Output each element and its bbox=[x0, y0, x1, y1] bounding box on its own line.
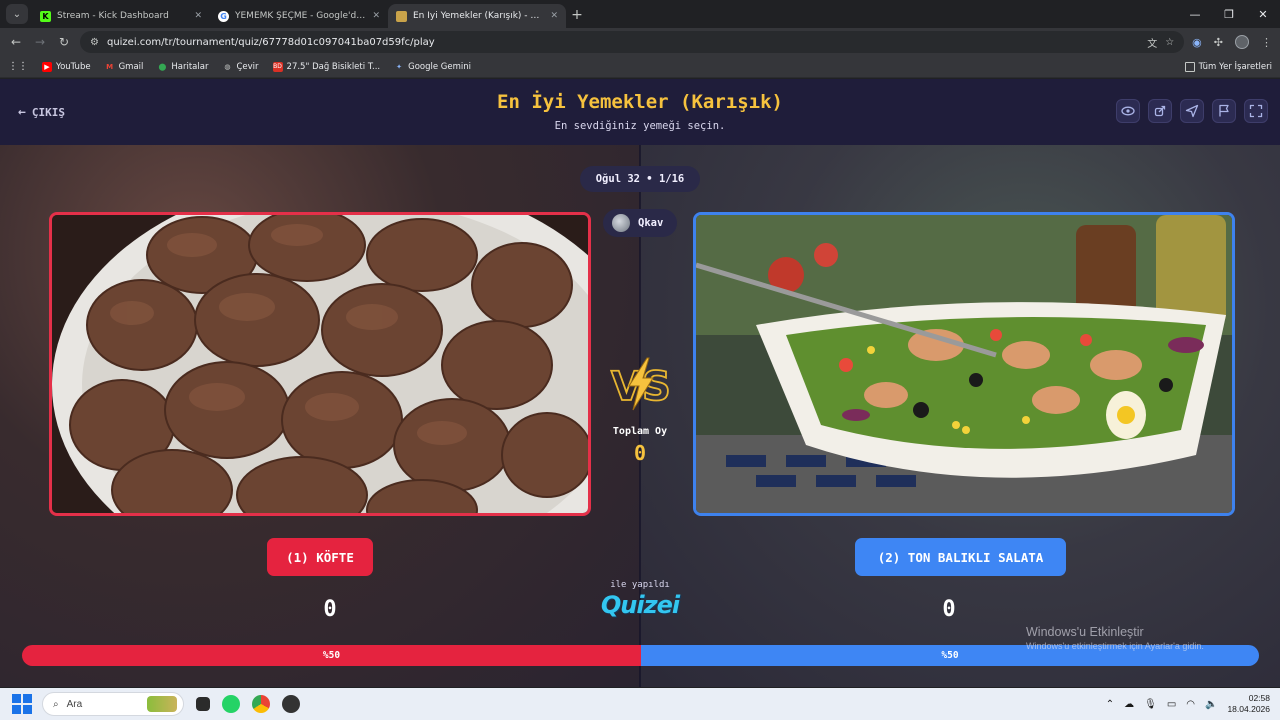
choose-tuna-salad-button[interactable]: (2) TON BALIKLI SALATA bbox=[855, 538, 1066, 576]
report-button[interactable] bbox=[1212, 99, 1236, 123]
bookmark-gmail[interactable]: M Gmail bbox=[105, 62, 143, 72]
system-tray: ⌃ ☁ 🎙 ▭ ◠ 🔈 02:58 18.04.2026 bbox=[1106, 693, 1270, 715]
username: Qkav bbox=[638, 217, 664, 229]
quiz-header: ← ÇIKIŞ En İyi Yemekler (Karışık) En sev… bbox=[0, 79, 1280, 145]
fullscreen-button[interactable] bbox=[1244, 99, 1268, 123]
browser-tab-bar: ⌄ K Stream - Kick Dashboard ✕ G YEMEMK Ş… bbox=[0, 0, 1280, 28]
option-card-right[interactable] bbox=[693, 212, 1235, 516]
translate-icon: ◍ bbox=[224, 62, 231, 71]
search-highlight-icon bbox=[147, 696, 177, 712]
eye-button[interactable] bbox=[1116, 99, 1140, 123]
url-text: quizei.com/tr/tournament/quiz/67778d01c0… bbox=[106, 36, 435, 48]
translate-page-icon[interactable]: 文 bbox=[1147, 35, 1157, 50]
obs-icon[interactable] bbox=[282, 695, 300, 713]
site-info-icon[interactable]: ⚙ bbox=[90, 37, 99, 48]
bookmark-youtube[interactable]: ▶ YouTube bbox=[42, 61, 91, 72]
bd-icon: BD bbox=[272, 61, 283, 72]
bookmarks-bar: ⋮⋮ ▶ YouTube M Gmail ⬤ Haritalar ◍ Çevir… bbox=[0, 56, 1280, 78]
apps-grid-icon[interactable]: ⋮⋮ bbox=[8, 61, 28, 72]
tab-kick-dashboard[interactable]: K Stream - Kick Dashboard ✕ bbox=[32, 4, 210, 28]
youtube-icon: ▶ bbox=[42, 61, 52, 72]
quizei-favicon-icon bbox=[396, 10, 407, 22]
tab-title: Stream - Kick Dashboard bbox=[57, 11, 169, 21]
quiz-page: ← ÇIKIŞ En İyi Yemekler (Karışık) En sev… bbox=[0, 79, 1280, 687]
left-percent-bar: %50 bbox=[22, 645, 641, 666]
close-window-icon[interactable]: ✕ bbox=[1246, 8, 1280, 21]
page-title: En İyi Yemekler (Karışık) bbox=[497, 91, 783, 113]
fullscreen-icon bbox=[1249, 104, 1263, 118]
maps-icon: ⬤ bbox=[158, 62, 167, 71]
close-tab-icon[interactable]: ✕ bbox=[372, 11, 380, 21]
tab-title: En İyi Yemekler (Karışık) - Tier L bbox=[413, 11, 545, 21]
round-indicator: Oğul 32 • 1/16 bbox=[580, 166, 700, 192]
volume-icon[interactable]: 🔈 bbox=[1205, 699, 1217, 710]
back-icon[interactable]: ← bbox=[8, 35, 24, 49]
bookmark-star-icon[interactable]: ☆ bbox=[1165, 37, 1174, 48]
tab-quizei-active[interactable]: En İyi Yemekler (Karışık) - Tier L ✕ bbox=[388, 4, 566, 28]
left-vote-count: 0 bbox=[323, 597, 337, 622]
window-controls: — ❐ ✕ bbox=[1178, 0, 1280, 28]
right-vote-count: 0 bbox=[942, 597, 956, 622]
choose-kofte-button[interactable]: (1) KÖFTE bbox=[267, 538, 373, 576]
browser-toolbar: ← → ↻ ⚙ quizei.com/tr/tournament/quiz/67… bbox=[0, 28, 1280, 56]
share-button[interactable] bbox=[1148, 99, 1172, 123]
whatsapp-icon[interactable] bbox=[222, 695, 240, 713]
option-card-left[interactable] bbox=[49, 212, 591, 516]
google-icon: G bbox=[218, 10, 229, 22]
wifi-icon[interactable]: ◠ bbox=[1186, 699, 1195, 710]
chrome-icon[interactable] bbox=[252, 695, 270, 713]
profile-avatar[interactable] bbox=[1235, 35, 1249, 49]
clock[interactable]: 02:58 18.04.2026 bbox=[1227, 693, 1270, 715]
tab-google-search[interactable]: G YEMEMK ŞEÇME - Google'da Ar ✕ bbox=[210, 4, 388, 28]
bookmark-translate[interactable]: ◍ Çevir bbox=[222, 62, 258, 72]
kofte-image bbox=[52, 215, 588, 513]
close-tab-icon[interactable]: ✕ bbox=[550, 11, 558, 21]
send-icon bbox=[1185, 104, 1199, 118]
quizei-logo[interactable]: Quizei bbox=[590, 591, 690, 619]
address-bar[interactable]: ⚙ quizei.com/tr/tournament/quiz/67778d01… bbox=[80, 31, 1185, 53]
search-icon: ⌕ bbox=[53, 698, 59, 710]
forward-icon[interactable]: → bbox=[32, 35, 48, 49]
gmail-icon: M bbox=[106, 62, 114, 71]
vs-lightning-icon: VS bbox=[610, 357, 672, 411]
taskbar-search[interactable]: ⌕ Ara bbox=[42, 692, 184, 716]
network-icon[interactable]: ☁ bbox=[1124, 699, 1134, 710]
total-votes-value: 0 bbox=[633, 441, 647, 465]
new-tab-button[interactable]: + bbox=[566, 4, 588, 26]
user-badge: Qkav bbox=[603, 209, 677, 237]
minimize-icon[interactable]: — bbox=[1178, 8, 1212, 21]
chevron-up-icon[interactable]: ⌃ bbox=[1106, 699, 1114, 710]
avatar bbox=[612, 214, 630, 232]
made-with-label: ile yapıldı bbox=[610, 580, 670, 590]
windows-start-icon[interactable] bbox=[12, 694, 32, 714]
close-tab-icon[interactable]: ✕ bbox=[194, 11, 202, 21]
file-explorer-icon[interactable] bbox=[196, 697, 210, 711]
tab-search-button[interactable]: ⌄ bbox=[6, 4, 28, 24]
windows-activation-watermark: Windows'u Etkinleştir Windows'u etkinleş… bbox=[1026, 625, 1204, 651]
total-votes-label: Toplam Oy bbox=[612, 426, 668, 437]
extensions-puzzle-icon[interactable]: ✣ bbox=[1214, 36, 1223, 49]
windows-taskbar: ⌕ Ara ⌃ ☁ 🎙 ▭ ◠ 🔈 02:58 18.04.2026 bbox=[0, 688, 1280, 720]
bookmark-maps[interactable]: ⬤ Haritalar bbox=[157, 62, 208, 72]
restore-icon[interactable]: ❐ bbox=[1212, 8, 1246, 21]
send-button[interactable] bbox=[1180, 99, 1204, 123]
tuna-salad-image bbox=[696, 215, 1232, 513]
kick-icon: K bbox=[40, 10, 51, 22]
display-icon[interactable]: ▭ bbox=[1167, 699, 1176, 710]
folder-icon bbox=[1184, 61, 1195, 72]
flag-icon bbox=[1219, 104, 1229, 117]
all-bookmarks[interactable]: Tüm Yer İşaretleri bbox=[1184, 61, 1272, 72]
extension-icon[interactable]: ◉ bbox=[1192, 36, 1202, 49]
eye-icon bbox=[1121, 106, 1135, 116]
tab-title: YEMEMK ŞEÇME - Google'da Ar bbox=[235, 11, 367, 21]
mic-icon[interactable]: 🎙 bbox=[1144, 699, 1157, 710]
bookmark-gemini[interactable]: ✦ Google Gemini bbox=[394, 62, 471, 72]
gemini-icon: ✦ bbox=[396, 62, 403, 71]
page-subtitle: En sevdiğiniz yemeği seçin. bbox=[554, 120, 726, 132]
bookmark-bike[interactable]: BD 27.5" Dağ Bisikleti T... bbox=[272, 61, 380, 72]
menu-kebab-icon[interactable]: ⋮ bbox=[1261, 36, 1272, 49]
header-actions bbox=[1116, 99, 1268, 123]
share-icon bbox=[1154, 105, 1166, 117]
reload-icon[interactable]: ↻ bbox=[56, 35, 72, 49]
